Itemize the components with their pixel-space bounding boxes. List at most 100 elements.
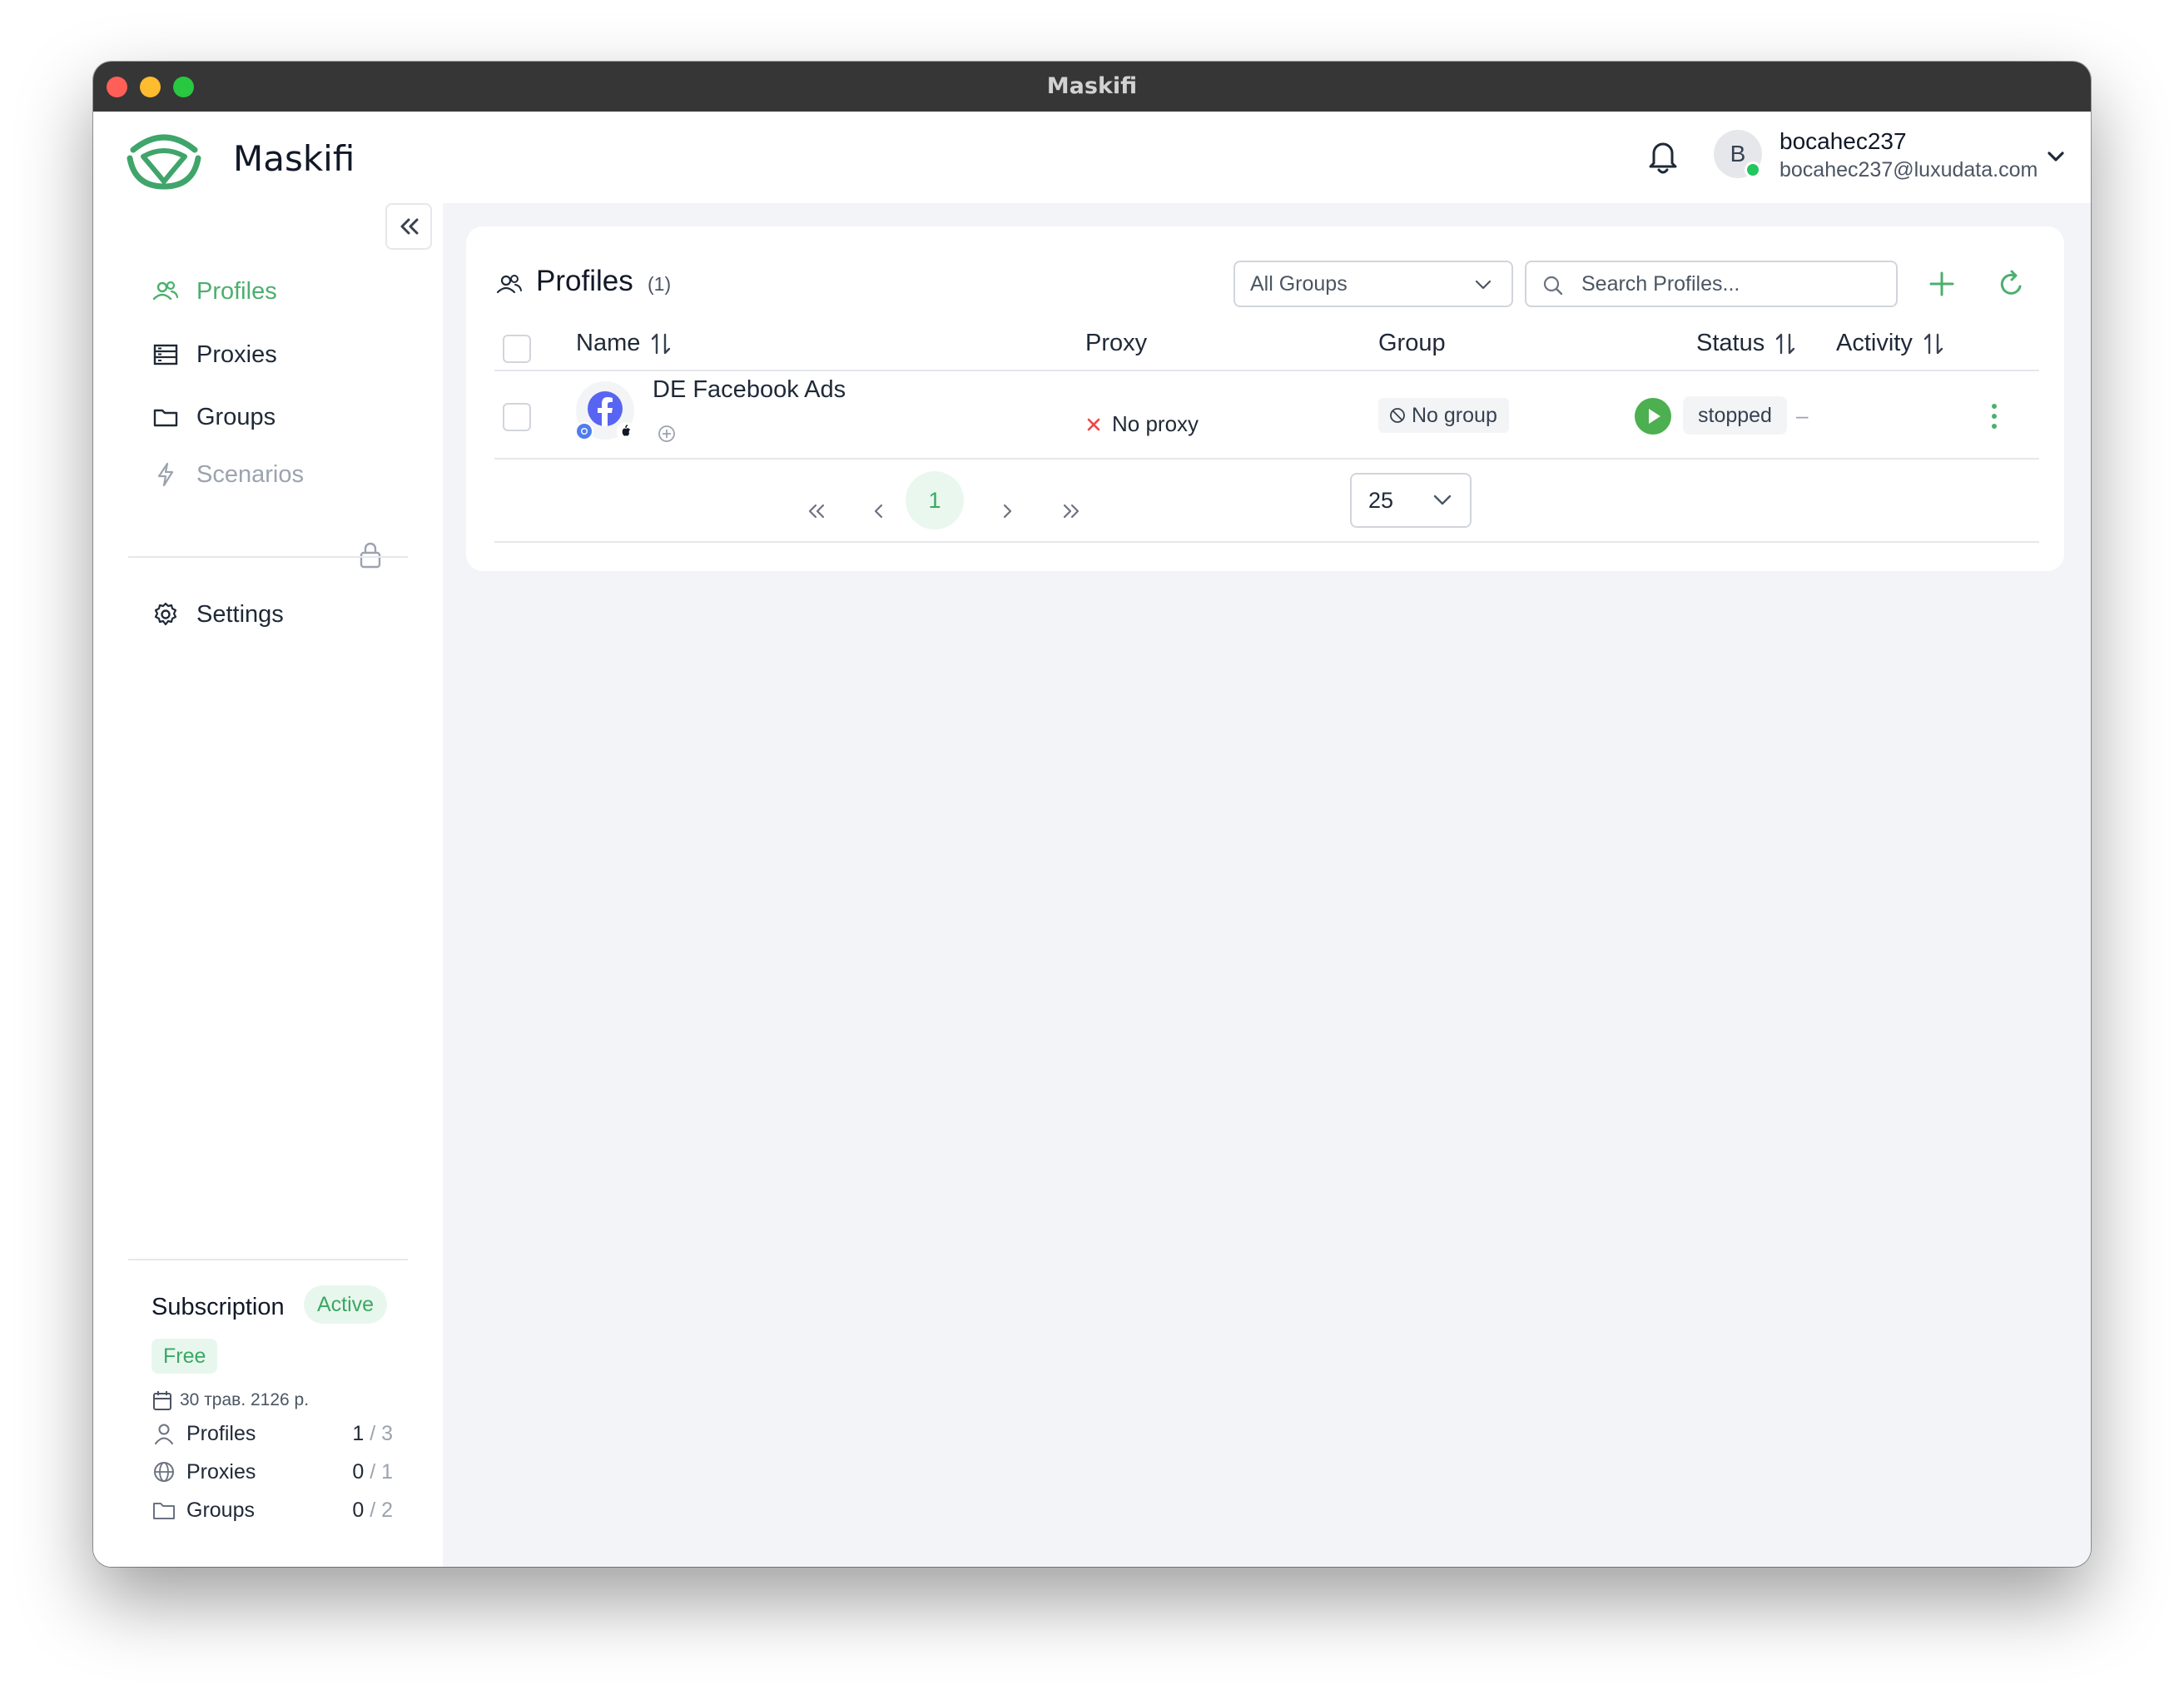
page-size-value: 25 (1368, 488, 1394, 513)
group-filter-value: All Groups (1250, 272, 1348, 296)
collapse-sidebar-button[interactable] (385, 203, 432, 250)
quota-value: 0 / 1 (352, 1460, 393, 1484)
column-header-label: Status (1696, 330, 1765, 356)
column-header-label: Proxy (1085, 330, 1148, 356)
first-page-button[interactable] (801, 495, 834, 528)
column-header-proxy: Proxy (1085, 330, 1147, 357)
column-header-group: Group (1378, 330, 1446, 357)
window-title: Maskifi (1046, 73, 1138, 99)
app-window: Maskifi Maskifi B bocahec237 bocahec237@… (93, 62, 2091, 1567)
play-icon (1649, 409, 1660, 424)
chevrons-left-icon (400, 218, 419, 235)
last-page-button[interactable] (1054, 495, 1087, 528)
main-content: Profiles (1) All Groups Name Proxy Gro (443, 203, 2091, 1567)
sort-icon (1923, 333, 1943, 354)
ban-icon (1390, 408, 1405, 423)
column-header-activity[interactable]: Activity (1836, 330, 1944, 357)
add-tag-icon[interactable] (658, 425, 676, 443)
subscription-status-badge: Active (304, 1285, 388, 1324)
chevron-down-icon[interactable] (2044, 145, 2067, 168)
sidebar-item-scenarios[interactable]: Scenarios (151, 455, 304, 495)
chevron-down-icon (1433, 495, 1452, 505)
subscription-date: 30 трав. 2126 р. (151, 1387, 309, 1414)
chevron-down-icon (1475, 280, 1492, 290)
sidebar-item-profiles[interactable]: Profiles (151, 271, 277, 311)
gear-icon (151, 600, 180, 629)
sort-icon (1776, 333, 1795, 354)
user-email: bocahec237@luxudata.com (1779, 158, 2038, 181)
profile-avatar (575, 381, 635, 440)
quota-profiles: Profiles 1 / 3 (151, 1419, 410, 1449)
quota-groups: Groups 0 / 2 (151, 1495, 410, 1525)
select-all-checkbox[interactable] (503, 335, 531, 363)
quota-used: 1 (352, 1421, 365, 1445)
apple-icon (617, 422, 635, 440)
row-divider (494, 458, 2039, 460)
folder-icon (151, 1498, 176, 1523)
start-profile-button[interactable] (1635, 398, 1671, 435)
plan-badge: Free (151, 1339, 218, 1374)
header-divider (494, 370, 2039, 371)
sidebar-item-label: Settings (196, 600, 284, 628)
user-name[interactable]: bocahec237 (1779, 128, 1907, 155)
quota-value: 1 / 3 (352, 1422, 393, 1446)
folder-icon (151, 403, 180, 431)
quota-proxies: Proxies 0 / 1 (151, 1457, 410, 1487)
maskifi-logo-icon (127, 134, 201, 190)
users-icon (496, 275, 522, 294)
bell-icon[interactable] (1644, 135, 1682, 176)
sidebar-divider (128, 556, 408, 558)
sidebar-item-label: Profiles (196, 277, 277, 305)
quota-used: 0 (352, 1498, 365, 1522)
x-icon (1087, 418, 1100, 430)
more-vertical-icon[interactable] (1989, 401, 1999, 431)
sidebar-item-label: Groups (196, 403, 276, 430)
server-icon (151, 340, 180, 369)
column-header-label: Group (1378, 330, 1446, 356)
group-value: No group (1412, 403, 1497, 427)
column-header-name[interactable]: Name (576, 330, 672, 357)
sidebar-item-groups[interactable]: Groups (151, 397, 275, 437)
column-header-label: Activity (1836, 330, 1913, 356)
sidebar-divider (128, 1259, 408, 1260)
calendar-icon (153, 1391, 171, 1410)
proxy-cell: No proxy (1085, 411, 1199, 437)
quota-label: Profiles (186, 1421, 256, 1445)
page-size-select[interactable]: 25 (1350, 473, 1472, 528)
quota-used: 0 (352, 1459, 365, 1484)
quota-label: Groups (186, 1498, 255, 1522)
sidebar-item-settings[interactable]: Settings (151, 594, 284, 634)
sidebar: Profiles Proxies Groups Scenarios Settin… (93, 203, 443, 1567)
sidebar-item-proxies[interactable]: Proxies (151, 335, 277, 375)
online-status-dot (1745, 162, 1761, 178)
lock-icon (360, 542, 381, 569)
quota-limit: / 1 (370, 1459, 393, 1484)
profile-name[interactable]: DE Facebook Ads (653, 376, 846, 404)
search-icon (1543, 276, 1563, 296)
quota-label: Proxies (186, 1459, 256, 1484)
status-badge: stopped (1683, 396, 1787, 435)
subscription-title: Subscription (151, 1294, 285, 1320)
quota-value: 0 / 2 (352, 1499, 393, 1523)
next-page-button[interactable] (990, 495, 1024, 528)
page-title: Profiles (536, 265, 633, 297)
profiles-count: (1) (648, 273, 672, 295)
refresh-button[interactable] (1994, 266, 2029, 301)
row-checkbox[interactable] (503, 403, 531, 431)
pagination-divider (494, 541, 2039, 543)
sidebar-item-label: Proxies (196, 340, 277, 368)
chrome-icon (575, 422, 593, 440)
title-bar: Maskifi (93, 62, 2091, 112)
globe-icon (151, 1459, 176, 1484)
group-filter-select[interactable]: All Groups (1233, 261, 1513, 307)
search-box[interactable] (1525, 261, 1898, 307)
current-page-button[interactable]: 1 (906, 471, 964, 529)
add-profile-button[interactable] (1924, 266, 1959, 301)
user-icon (151, 1421, 176, 1446)
sort-icon (652, 333, 671, 354)
column-header-status[interactable]: Status (1696, 330, 1796, 357)
search-input[interactable] (1581, 269, 1881, 299)
previous-page-button[interactable] (862, 495, 896, 528)
bolt-icon (151, 460, 180, 489)
proxy-value: No proxy (1112, 411, 1199, 436)
